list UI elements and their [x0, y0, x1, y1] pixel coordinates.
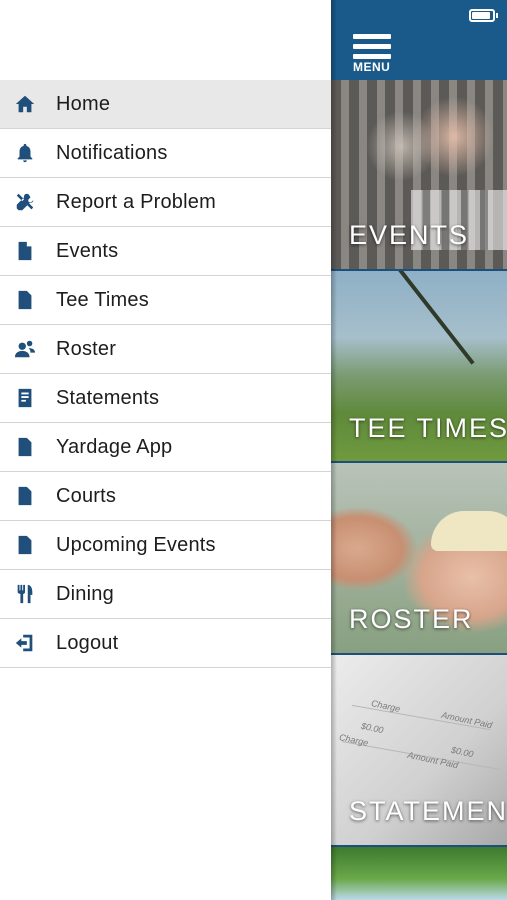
drawer-item-label: Events	[56, 239, 119, 262]
drawer-item-label: Report a Problem	[56, 190, 216, 213]
hamburger-icon	[353, 34, 393, 59]
people-icon	[13, 337, 37, 361]
tee-times-tile[interactable]: TEE TIMES	[331, 271, 507, 461]
drawer-item-yardage-app[interactable]: Yardage App	[0, 423, 331, 472]
document-icon	[13, 288, 37, 312]
document-icon	[13, 435, 37, 459]
statements-tile-label: STATEMENTS	[349, 796, 507, 826]
roster-tile-image	[431, 511, 507, 551]
home-icon	[13, 92, 37, 116]
drawer-item-label: Notifications	[56, 141, 168, 164]
app-header: MENU	[331, 0, 507, 80]
menu-button-label: MENU	[353, 60, 391, 74]
document-icon	[13, 239, 37, 263]
drawer-item-report-a-problem[interactable]: Report a Problem	[0, 178, 331, 227]
statement-doc-text: $0.00	[360, 720, 385, 736]
drawer-item-tee-times[interactable]: Tee Times	[0, 276, 331, 325]
golf-club-image	[391, 271, 475, 365]
navigation-drawer: Home Notifications Report a Problem Even…	[0, 0, 331, 900]
next-tile-partial[interactable]	[331, 847, 507, 900]
document-icon	[13, 533, 37, 557]
statement-icon	[13, 386, 37, 410]
tee-times-tile-label: TEE TIMES	[349, 413, 507, 443]
drawer-item-events[interactable]: Events	[0, 227, 331, 276]
roster-tile[interactable]: ROSTER	[331, 463, 507, 653]
statement-doc-text: Amount Paid	[440, 709, 494, 731]
drawer-item-notifications[interactable]: Notifications	[0, 129, 331, 178]
drawer-item-label: Upcoming Events	[56, 533, 216, 556]
utensils-icon	[13, 582, 37, 606]
bell-icon	[13, 141, 37, 165]
drawer-item-label: Yardage App	[56, 435, 173, 458]
roster-tile-label: ROSTER	[349, 604, 474, 634]
drawer-item-upcoming-events[interactable]: Upcoming Events	[0, 521, 331, 570]
drawer-item-label: Tee Times	[56, 288, 149, 311]
statement-doc-text: $0.00	[450, 744, 475, 760]
statement-doc-text: Charge	[338, 732, 370, 748]
document-icon	[13, 484, 37, 508]
drawer-item-label: Statements	[56, 386, 160, 409]
drawer-item-logout[interactable]: Logout	[0, 619, 331, 668]
drawer-menu-list: Home Notifications Report a Problem Even…	[0, 80, 331, 668]
drawer-item-roster[interactable]: Roster	[0, 325, 331, 374]
drawer-item-dining[interactable]: Dining	[0, 570, 331, 619]
menu-button[interactable]: MENU	[353, 34, 393, 74]
drawer-item-statements[interactable]: Statements	[0, 374, 331, 423]
drawer-item-home[interactable]: Home	[0, 80, 331, 129]
drawer-item-label: Logout	[56, 631, 119, 654]
drawer-item-courts[interactable]: Courts	[0, 472, 331, 521]
statements-tile[interactable]: Charge Amount Paid $0.00 Charge Amount P…	[331, 655, 507, 845]
drawer-item-label: Dining	[56, 582, 114, 605]
logout-icon	[13, 631, 37, 655]
drawer-item-label: Courts	[56, 484, 117, 507]
events-tile[interactable]: EVENTS	[331, 80, 507, 269]
events-tile-label: EVENTS	[349, 220, 470, 250]
tools-icon	[13, 190, 37, 214]
drawer-item-label: Home	[56, 92, 111, 115]
home-content-panel: MENU EVENTS TEE TIMES ROSTER Charge Amou…	[331, 0, 507, 900]
drawer-item-label: Roster	[56, 337, 117, 360]
battery-icon	[469, 9, 498, 22]
